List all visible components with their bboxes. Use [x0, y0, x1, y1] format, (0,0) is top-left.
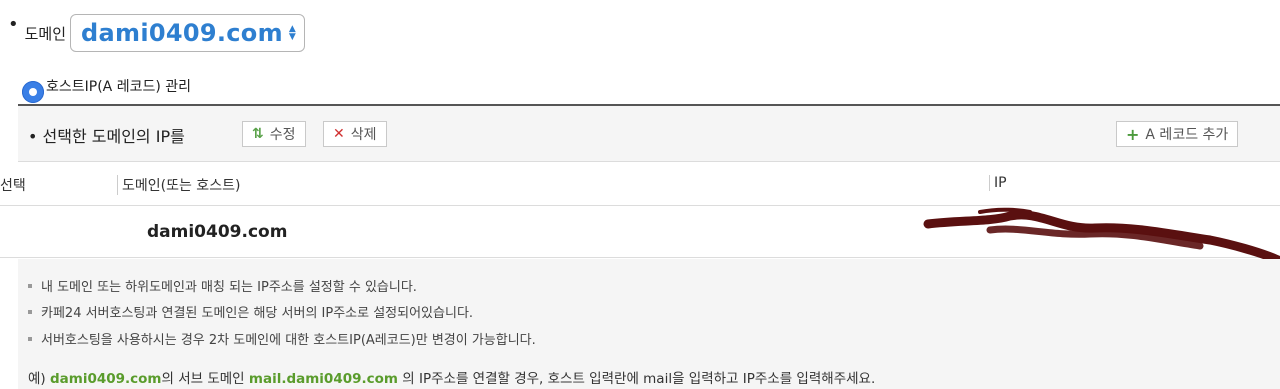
note-item: 카페24 서버호스팅과 연결된 도메인은 해당 서버의 IP주소로 설정되어있습… [28, 302, 473, 321]
help-notes: 내 도메인 또는 하위도메인과 매칭 되는 IP주소를 설정할 수 있습니다. … [18, 259, 1280, 389]
domain-select[interactable]: dami0409.com ▲ ▼ [70, 14, 305, 52]
bullet-icon: • [8, 14, 19, 35]
note-item: 내 도메인 또는 하위도메인과 매칭 되는 IP주소를 설정할 수 있습니다. [28, 276, 417, 295]
section-title-text: 호스트IP(A 레코드) 관리 [46, 79, 192, 95]
column-header-select: 선택 [0, 178, 26, 194]
example-domain: dami0409.com [49, 371, 162, 387]
delete-button[interactable]: ✕ 삭제 [323, 121, 387, 147]
note-text: 내 도메인 또는 하위도메인과 매칭 되는 IP주소를 설정할 수 있습니다. [41, 280, 417, 295]
edit-button-label: 수정 [269, 127, 296, 143]
dns-management-page: • 도메인 dami0409.com ▲ ▼ 호스트IP(A 레코드) 관리 • … [0, 0, 1280, 389]
select-arrows-icon: ▲ ▼ [288, 24, 296, 42]
table-row[interactable]: dami0409.com [0, 207, 1280, 258]
example-prefix: 예) [28, 371, 50, 387]
example-subdomain: mail.dami0409.com [248, 371, 398, 387]
note-text: 서버호스팅을 사용하시는 경우 2차 도메인에 대한 호스트IP(A레코드)만 … [41, 333, 536, 348]
section-title: 호스트IP(A 레코드) 관리 [22, 74, 191, 98]
column-header-domain: 도메인(또는 호스트) [117, 175, 240, 195]
example-suffix: 의 IP주소를 연결할 경우, 호스트 입력란에 mail을 입력하고 IP주소… [397, 371, 876, 387]
delete-button-label: 삭제 [350, 127, 377, 143]
example-mid: 의 서브 도메인 [161, 371, 249, 387]
column-header-ip: IP [989, 175, 1007, 191]
close-icon: ✕ [333, 126, 345, 142]
note-text: 카페24 서버호스팅과 연결된 도메인은 해당 서버의 IP주소로 설정되어있습… [41, 306, 474, 321]
radio-selected-icon[interactable] [22, 81, 44, 103]
toolbar-title: • 선택한 도메인의 IP를 [28, 127, 185, 146]
square-bullet-icon [28, 336, 32, 341]
table-header-row: 선택 도메인(또는 호스트) IP [0, 162, 1280, 206]
example-text: 예) dami0409.com의 서브 도메인 mail.dami0409.co… [28, 367, 875, 387]
edit-button[interactable]: ⇅ 수정 [242, 121, 306, 147]
domain-selector-row: • 도메인 dami0409.com ▲ ▼ [8, 14, 305, 52]
add-a-record-label: A 레코드 추가 [1145, 127, 1229, 143]
plus-icon: + [1126, 124, 1140, 144]
table-toolbar: • 선택한 도메인의 IP를 ⇅ 수정 ✕ 삭제 + A 레코드 추가 [18, 106, 1280, 162]
domain-select-value: dami0409.com [81, 19, 283, 47]
refresh-icon: ⇅ [252, 126, 264, 142]
domain-label: 도메인 [24, 24, 67, 43]
square-bullet-icon [28, 283, 32, 288]
note-item: 서버호스팅을 사용하시는 경우 2차 도메인에 대한 호스트IP(A레코드)만 … [28, 329, 536, 348]
add-a-record-button[interactable]: + A 레코드 추가 [1116, 121, 1239, 147]
square-bullet-icon [28, 309, 32, 314]
row-domain-cell: dami0409.com [147, 222, 288, 242]
